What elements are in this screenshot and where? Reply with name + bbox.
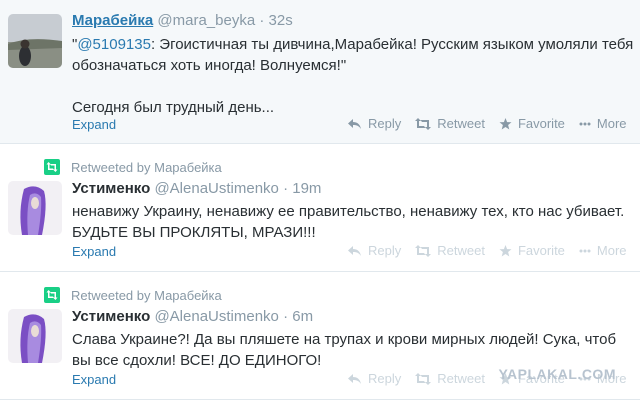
retweet-label: Retweet: [437, 243, 485, 258]
author-name[interactable]: Устименко: [72, 308, 150, 325]
retweeted-by-line: Retweeted by Марабейка: [44, 159, 222, 175]
separator-dot: ·: [283, 180, 289, 197]
reply-arrow-icon: [348, 373, 361, 384]
favorite-button[interactable]: Favorite: [499, 116, 565, 131]
timestamp[interactable]: 6m: [292, 308, 313, 325]
expand-link[interactable]: Expand: [72, 117, 116, 132]
separator-dot: ·: [283, 308, 289, 325]
more-button[interactable]: More: [579, 116, 627, 131]
retweet-badge-icon: [44, 287, 60, 303]
mention-link[interactable]: @5109135: [77, 36, 151, 53]
retweet-icon: [415, 117, 432, 130]
tweet-item[interactable]: Марабейка @mara_beyka · 32s "@5109135: Э…: [0, 0, 640, 144]
retweet-button[interactable]: Retweet: [415, 243, 485, 258]
reply-label: Reply: [368, 116, 402, 131]
expand-link[interactable]: Expand: [72, 372, 116, 387]
reply-label: Reply: [368, 371, 402, 386]
reply-label: Reply: [368, 243, 402, 258]
retweet-label: Retweet: [437, 371, 485, 386]
reply-arrow-icon: [348, 118, 361, 129]
separator-dot: ·: [259, 12, 265, 29]
reply-button[interactable]: Reply: [348, 243, 401, 258]
more-label: More: [596, 243, 627, 258]
avatar[interactable]: [8, 309, 62, 363]
reply-arrow-icon: [348, 245, 361, 256]
watermark: YAPLAKAL.COM: [498, 366, 616, 382]
timestamp[interactable]: 32s: [269, 12, 293, 29]
tweet-actions: Reply Retweet Favorite More: [348, 116, 640, 131]
author-handle[interactable]: @AlenaUstimenko: [154, 180, 278, 197]
reply-button[interactable]: Reply: [348, 116, 401, 131]
timestamp[interactable]: 19m: [292, 180, 321, 197]
favorite-label: Favorite: [517, 243, 565, 258]
more-label: More: [596, 116, 627, 131]
tweet-text: Слава Украине?! Да вы пляшете на трупах …: [72, 331, 621, 369]
more-button[interactable]: More: [579, 243, 627, 258]
ellipsis-icon: [579, 122, 591, 125]
favorite-button[interactable]: Favorite: [499, 243, 565, 258]
retweet-icon: [415, 372, 432, 385]
tweet-header: Марабейка @mara_beyka · 32s: [72, 12, 293, 29]
retweet-button[interactable]: Retweet: [415, 116, 485, 131]
tweet-header: Устименко @AlenaUstimenko · 19m: [72, 180, 321, 197]
tweet-text: ненавижу Украину, ненавижу ее правительс…: [72, 203, 629, 241]
tweet-text-body: : Эгоистичная ты дивчина,Марабейка! Русс…: [72, 36, 638, 74]
reply-button[interactable]: Reply: [348, 371, 401, 386]
avatar[interactable]: [8, 14, 62, 68]
retweet-badge-icon: [44, 159, 60, 175]
star-icon: [499, 117, 512, 129]
tweet-item[interactable]: Retweeted by Марабейка Устименко @AlenaU…: [0, 145, 640, 272]
retweet-label: Retweet: [437, 116, 485, 131]
author-handle[interactable]: @mara_beyka: [157, 12, 255, 29]
author-handle[interactable]: @AlenaUstimenko: [154, 308, 278, 325]
avatar[interactable]: [8, 181, 62, 235]
tweet-actions: Reply Retweet Favorite More: [348, 243, 640, 258]
retweet-icon: [415, 244, 432, 257]
author-name[interactable]: Устименко: [72, 180, 150, 197]
retweeted-by-text[interactable]: Retweeted by Марабейка: [71, 288, 222, 303]
retweet-button[interactable]: Retweet: [415, 371, 485, 386]
ellipsis-icon: [579, 249, 591, 252]
tweet-feed: Марабейка @mara_beyka · 32s "@5109135: Э…: [0, 0, 640, 400]
retweeted-by-line: Retweeted by Марабейка: [44, 287, 222, 303]
tweet-text-second-paragraph: Сегодня был трудный день...: [72, 99, 275, 116]
retweeted-by-text[interactable]: Retweeted by Марабейка: [71, 160, 222, 175]
favorite-label: Favorite: [517, 116, 565, 131]
tweet-header: Устименко @AlenaUstimenko · 6m: [72, 308, 313, 325]
expand-link[interactable]: Expand: [72, 244, 116, 259]
star-icon: [499, 244, 512, 256]
author-name[interactable]: Марабейка: [72, 12, 153, 29]
tweet-text: "@5109135: Эгоистичная ты дивчина,Марабе…: [72, 34, 634, 118]
